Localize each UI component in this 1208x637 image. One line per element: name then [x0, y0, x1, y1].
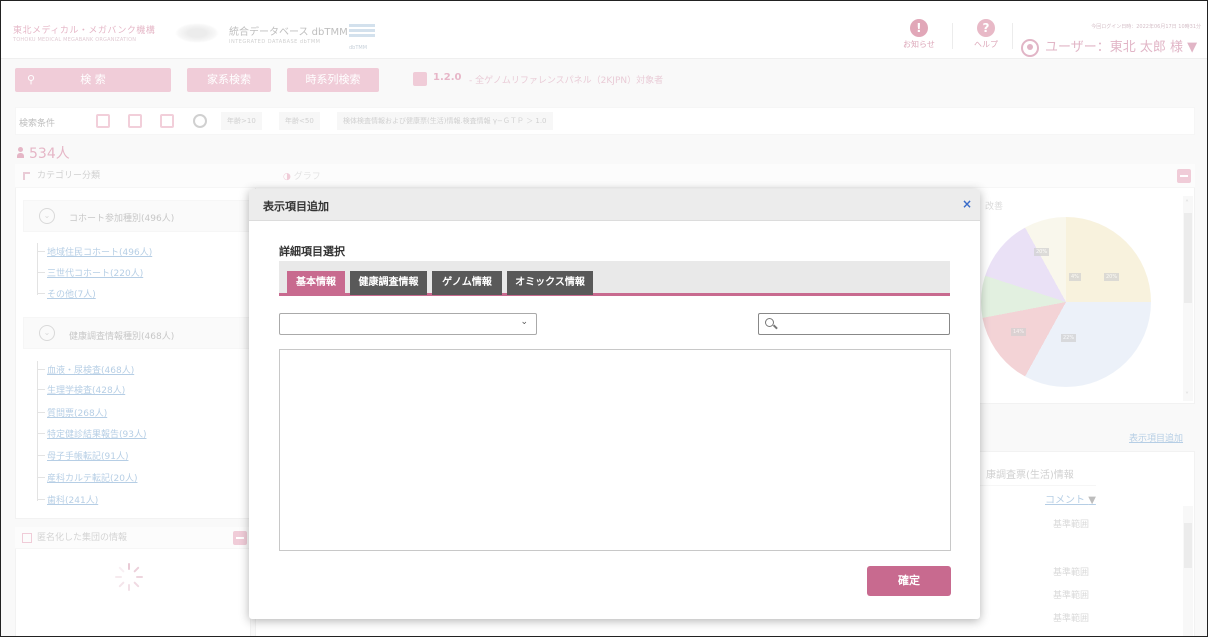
confirm-button[interactable]: 確定 [867, 566, 951, 596]
app-frame: 東北メディカル・メガバンク機構 TOHOKU MEDICAL MEGABANK … [0, 0, 1208, 637]
tab-genome-info[interactable]: ゲノム情報 [432, 271, 502, 295]
item-list[interactable] [279, 349, 951, 551]
item-category-select[interactable]: ⌄ [279, 313, 537, 335]
tab-health-survey[interactable]: 健康調査情報 [350, 271, 427, 295]
dialog-title: 表示項目追加 [263, 200, 329, 213]
dialog-header [249, 189, 980, 221]
close-icon[interactable]: × [962, 197, 972, 211]
item-search-input[interactable] [781, 316, 947, 332]
tab-omics-info[interactable]: オミックス情報 [507, 271, 593, 295]
search-icon [765, 318, 774, 327]
chevron-down-icon: ⌄ [520, 317, 528, 327]
tab-basic-info[interactable]: 基本情報 [287, 271, 345, 295]
add-display-item-dialog: 表示項目追加 × 詳細項目選択 基本情報 健康調査情報 ゲノム情報 オミックス情… [249, 189, 980, 619]
item-search-field[interactable] [758, 313, 950, 335]
detail-item-select-label: 詳細項目選択 [279, 245, 345, 258]
